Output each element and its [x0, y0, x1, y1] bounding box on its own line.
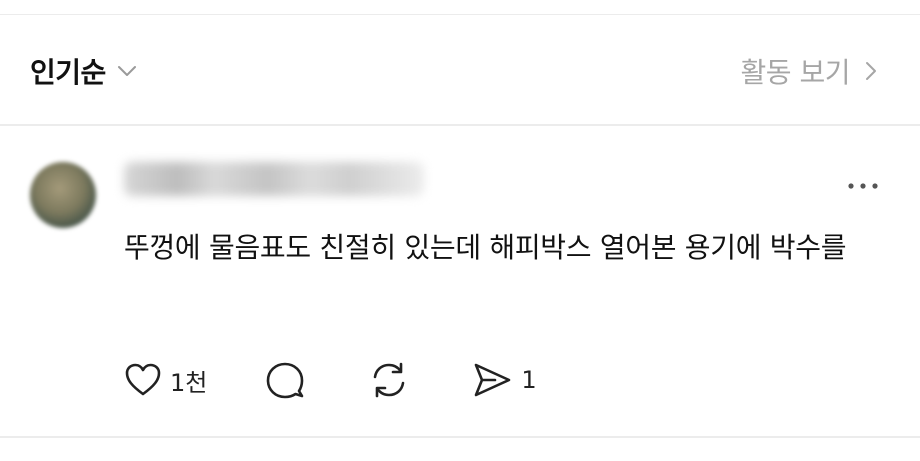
send-icon — [475, 363, 511, 397]
activity-label: 활동 보기 — [740, 56, 851, 89]
chevron-right-icon — [862, 60, 880, 82]
more-options-button[interactable] — [846, 178, 880, 192]
comments-toolbar: 인기순 활동 보기 — [0, 15, 920, 123]
heart-icon — [125, 363, 161, 396]
avatar[interactable] — [30, 162, 96, 228]
bottom-divider — [0, 436, 920, 438]
comment-text: 뚜껑에 물음표도 친절히 있는데 해피박스 열어본 용기에 박수를 — [124, 231, 847, 264]
username[interactable] — [124, 162, 424, 196]
share-button[interactable]: 1 — [471, 361, 537, 399]
comment-bubble-icon — [267, 362, 304, 399]
repost-icon — [374, 362, 405, 398]
like-count: 1천 — [170, 368, 208, 397]
comment-actions: 1천 1 — [124, 360, 537, 400]
more-horizontal-icon — [848, 183, 878, 189]
view-activity-link[interactable]: 활동 보기 — [741, 51, 880, 91]
sort-dropdown[interactable]: 인기순 — [30, 51, 138, 91]
reply-button[interactable] — [265, 361, 305, 399]
like-button[interactable]: 1천 — [124, 362, 207, 398]
repost-button[interactable] — [367, 360, 411, 400]
chevron-down-icon — [116, 60, 138, 82]
sort-label: 인기순 — [30, 56, 106, 89]
comment-item: 뚜껑에 물음표도 친절히 있는데 해피박스 열어본 용기에 박수를 1천 1 — [0, 126, 920, 436]
share-count: 1 — [521, 366, 537, 394]
